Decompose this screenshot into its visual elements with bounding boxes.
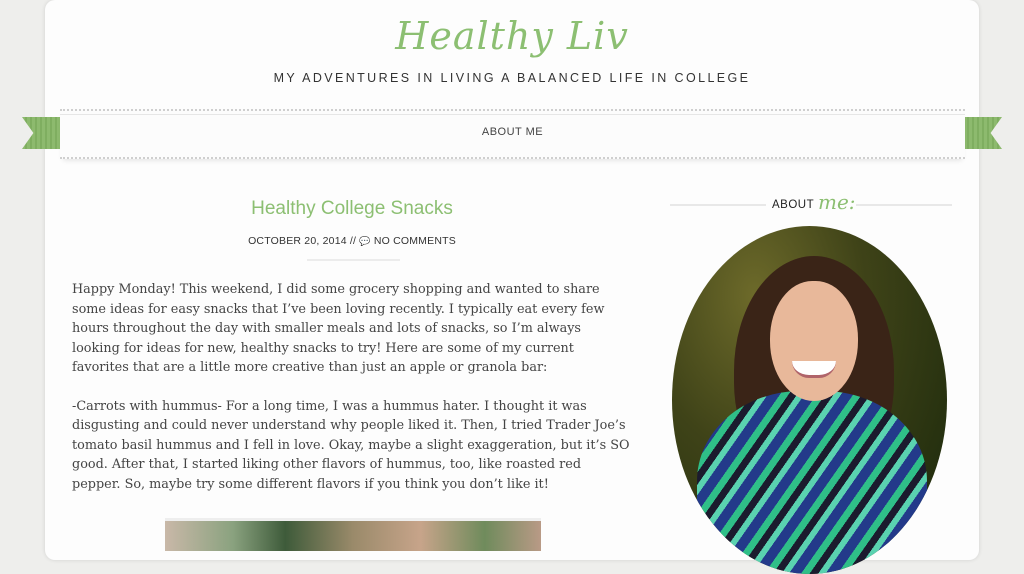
post-body: Happy Monday! This weekend, I did some g… <box>72 280 632 513</box>
comments-link[interactable]: NO COMMENTS <box>374 235 456 247</box>
meta-divider <box>307 259 400 261</box>
about-script-label: me: <box>818 190 856 214</box>
site-tagline: MY ADVENTURES IN LIVING A BALANCED LIFE … <box>273 71 751 85</box>
speech-bubble-icon: 💬 <box>359 236 371 246</box>
post-date[interactable]: OCTOBER 20, 2014 <box>248 235 347 247</box>
post-paragraph-1: Happy Monday! This weekend, I did some g… <box>72 282 605 375</box>
portrait-face <box>770 281 858 401</box>
main-navigation: ABOUT ME <box>0 103 1024 163</box>
author-portrait <box>672 226 947 574</box>
post-paragraph-2: -Carrots with hummus- For a long time, I… <box>72 398 630 492</box>
ribbon-right-decoration <box>964 117 1002 149</box>
nav-item-about-me[interactable]: ABOUT ME <box>60 126 965 138</box>
nav-bar: ABOUT ME <box>60 109 965 159</box>
heading-rule-right <box>856 204 952 206</box>
sidebar-about-heading: ABOUT me: <box>670 190 952 219</box>
post-image[interactable] <box>165 518 541 551</box>
meta-separator: // <box>346 235 360 247</box>
post-title[interactable]: Healthy College Snacks <box>72 198 632 220</box>
about-label: ABOUT <box>772 199 815 211</box>
heading-rule-left <box>670 204 766 206</box>
ribbon-left-decoration <box>22 117 60 149</box>
site-title[interactable]: Healthy Liv <box>0 14 1024 58</box>
post-meta: OCTOBER 20, 2014 // 💬 NO COMMENTS <box>72 235 632 247</box>
portrait-shirt <box>697 391 927 574</box>
